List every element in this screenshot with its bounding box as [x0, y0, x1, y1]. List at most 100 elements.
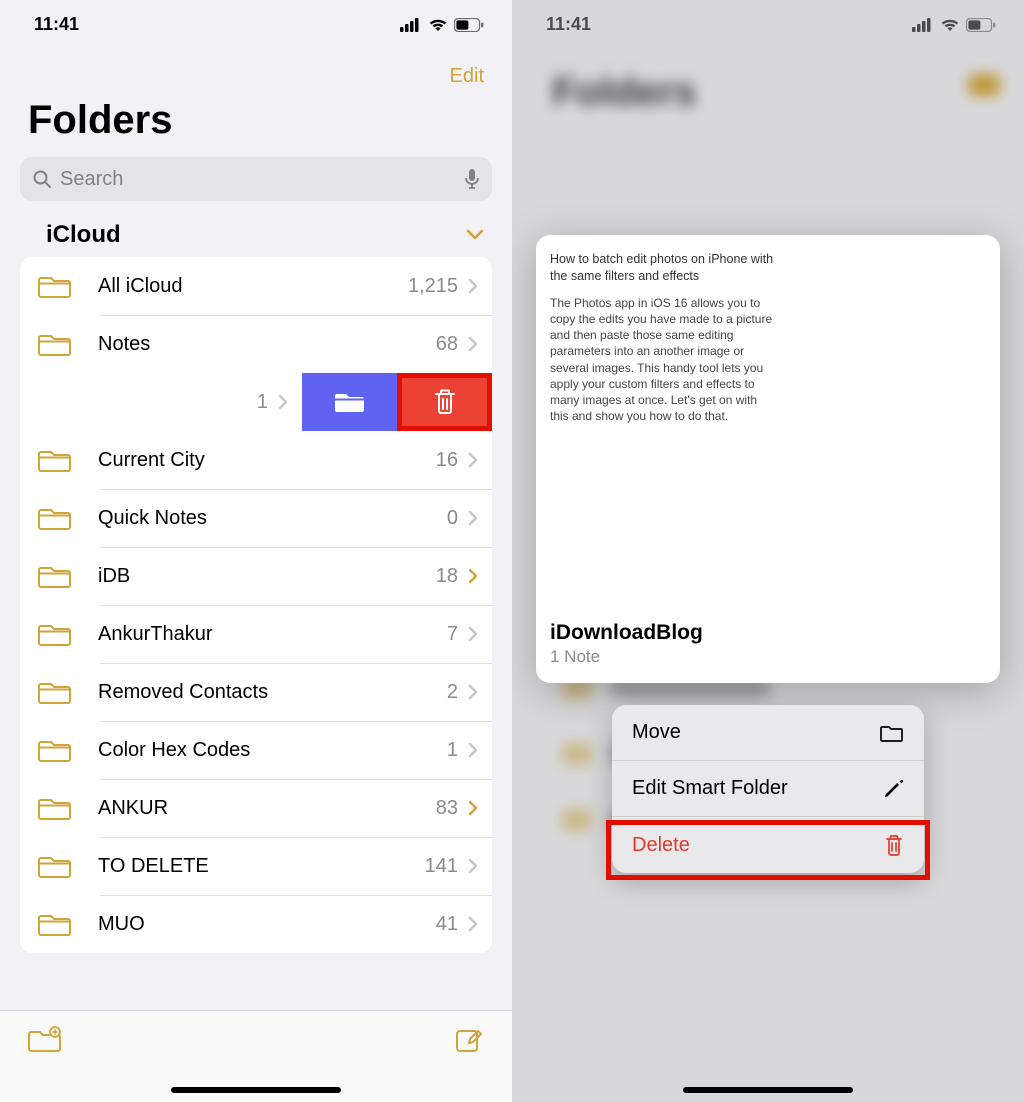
battery-icon: [454, 18, 484, 32]
search-input[interactable]: Search: [20, 157, 492, 201]
folder-row[interactable]: Notes68: [20, 315, 492, 373]
folder-list: All iCloud1,215Notes68iBlog1Current City…: [20, 257, 492, 953]
context-item-move[interactable]: Move: [612, 705, 924, 761]
preview-folder-name: iDownloadBlog: [550, 621, 986, 645]
folder-count: 141: [425, 855, 458, 878]
note-body: The Photos app in iOS 16 allows you to c…: [550, 295, 778, 425]
context-item-delete[interactable]: Delete: [612, 817, 924, 873]
note-title: How to batch edit photos on iPhone with …: [550, 251, 778, 285]
home-indicator: [683, 1087, 853, 1093]
folder-label: Notes: [98, 333, 436, 356]
folder-icon: [38, 795, 72, 821]
note-preview: How to batch edit photos on iPhone with …: [550, 251, 778, 424]
status-time: 11:41: [34, 14, 79, 35]
folder-label: iDB: [98, 565, 436, 588]
folder-row[interactable]: Current City16: [20, 431, 492, 489]
folder-count: 7: [447, 623, 458, 646]
folder-label: Quick Notes: [98, 507, 447, 530]
folder-icon: [38, 853, 72, 879]
folder-label: MUO: [98, 913, 436, 936]
folder-row[interactable]: ANKUR83: [20, 779, 492, 837]
chevron-right-icon: [468, 568, 478, 584]
folder-count: 1,215: [408, 275, 458, 298]
status-bar: 11:41: [0, 0, 512, 41]
status-bar: 11:41: [512, 0, 1024, 41]
wifi-icon: [940, 18, 960, 32]
preview-note-count: 1 Note: [550, 647, 986, 667]
chevron-right-icon: [468, 684, 478, 700]
chevron-down-icon: [466, 229, 484, 241]
bottom-toolbar: [0, 1010, 512, 1102]
trash-icon: [884, 833, 904, 857]
folder-count: 83: [436, 797, 458, 820]
folder-count: 18: [436, 565, 458, 588]
page-title: Folders: [0, 94, 512, 157]
edit-button[interactable]: Edit: [450, 65, 484, 88]
folder-count: 1: [447, 739, 458, 762]
chevron-right-icon: [468, 916, 478, 932]
folder-label: iBlog: [20, 391, 257, 414]
mic-icon[interactable]: [464, 168, 480, 190]
section-header-icloud[interactable]: iCloud: [0, 221, 512, 257]
compose-icon[interactable]: [454, 1025, 484, 1055]
folder-row[interactable]: iDB18: [20, 547, 492, 605]
folder-icon: [880, 723, 904, 743]
folder-row[interactable]: Removed Contacts2: [20, 663, 492, 721]
status-icons: [912, 18, 996, 32]
folder-row-swiped[interactable]: iBlog1: [20, 373, 492, 431]
new-folder-icon[interactable]: [28, 1025, 62, 1053]
context-item-label: Move: [632, 721, 681, 744]
battery-icon: [966, 18, 996, 32]
folder-icon: [38, 447, 72, 473]
folder-label: Color Hex Codes: [98, 739, 447, 762]
context-item-label: Delete: [632, 834, 690, 857]
trash-icon: [433, 387, 457, 417]
wifi-icon: [428, 18, 448, 32]
swipe-action-move[interactable]: [302, 373, 397, 431]
chevron-right-icon: [468, 336, 478, 352]
folder-row[interactable]: Color Hex Codes1: [20, 721, 492, 779]
folder-preview-card[interactable]: How to batch edit photos on iPhone with …: [536, 235, 1000, 683]
chevron-right-icon: [468, 510, 478, 526]
folder-count: 68: [436, 333, 458, 356]
context-item-edit-smart-folder[interactable]: Edit Smart Folder: [612, 761, 924, 817]
folder-icon: [38, 621, 72, 647]
chevron-right-icon: [468, 626, 478, 642]
folder-label: Current City: [98, 449, 436, 472]
chevron-right-icon: [278, 394, 288, 410]
folder-label: Removed Contacts: [98, 681, 447, 704]
folder-label: AnkurThakur: [98, 623, 447, 646]
folder-icon: [38, 331, 72, 357]
folder-count: 1: [257, 391, 268, 414]
folder-label: TO DELETE: [98, 855, 425, 878]
folder-count: 2: [447, 681, 458, 704]
folder-count: 16: [436, 449, 458, 472]
folder-count: 0: [447, 507, 458, 530]
swipe-action-delete[interactable]: [397, 373, 492, 431]
search-icon: [32, 169, 52, 189]
chevron-right-icon: [468, 742, 478, 758]
folder-icon: [38, 737, 72, 763]
status-icons: [400, 18, 484, 32]
folder-label: ANKUR: [98, 797, 436, 820]
status-time: 11:41: [546, 14, 591, 35]
folder-row[interactable]: AnkurThakur7: [20, 605, 492, 663]
folder-icon: [38, 563, 72, 589]
context-item-label: Edit Smart Folder: [632, 777, 788, 800]
chevron-right-icon: [468, 278, 478, 294]
folder-row[interactable]: TO DELETE141: [20, 837, 492, 895]
context-menu: Move Edit Smart Folder Delete: [612, 705, 924, 873]
folder-row[interactable]: Quick Notes0: [20, 489, 492, 547]
chevron-right-icon: [468, 800, 478, 816]
screenshot-right: Folders 11:41 How to batch edit photos o…: [512, 0, 1024, 1102]
chevron-right-icon: [468, 452, 478, 468]
search-placeholder: Search: [60, 168, 464, 191]
folder-icon: [38, 505, 72, 531]
folder-row[interactable]: All iCloud1,215: [20, 257, 492, 315]
folder-icon: [38, 679, 72, 705]
folder-row[interactable]: MUO41: [20, 895, 492, 953]
screenshot-left: 11:41 Edit Folders Search iCloud All iCl…: [0, 0, 512, 1102]
cellular-icon: [912, 18, 934, 32]
home-indicator: [171, 1087, 341, 1093]
folder-icon: [38, 911, 72, 937]
